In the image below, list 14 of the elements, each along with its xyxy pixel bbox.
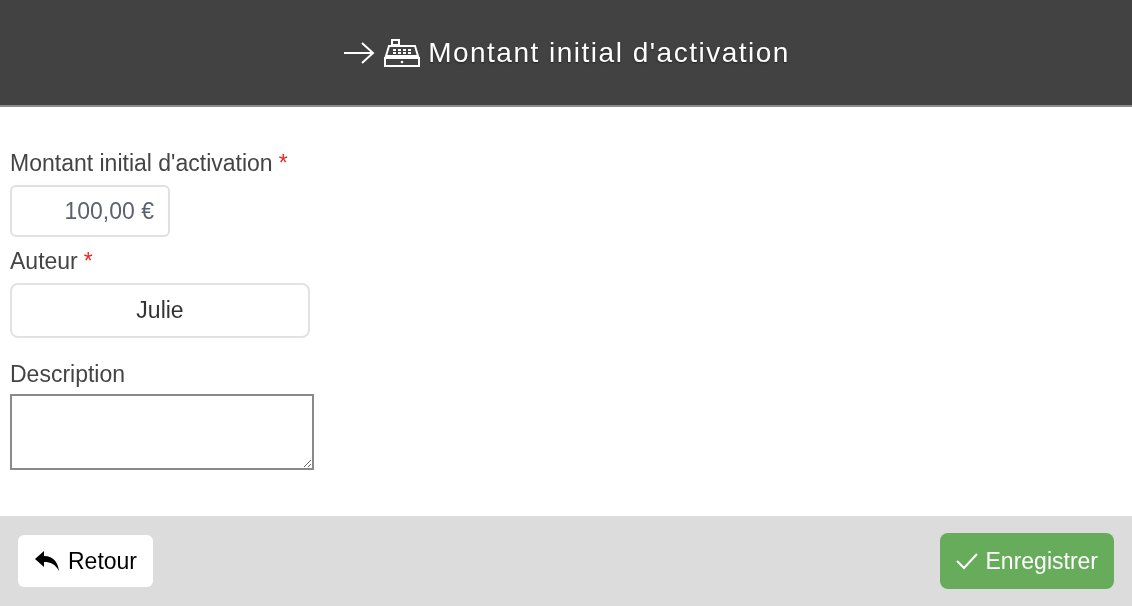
required-mark: * — [278, 149, 288, 177]
field-label: Auteur — [10, 247, 78, 275]
amount-field[interactable]: 100,00 € — [10, 185, 170, 237]
field-label: Montant initial d'activation — [10, 149, 273, 177]
cash-register-icon — [384, 38, 421, 67]
author-select[interactable]: Julie — [10, 283, 310, 338]
field-label: Description — [10, 360, 126, 388]
check-icon — [955, 552, 978, 570]
reply-arrow-icon — [34, 550, 60, 572]
back-button[interactable]: Retour — [18, 535, 154, 587]
required-mark: * — [83, 247, 93, 275]
description-field[interactable] — [10, 394, 314, 470]
arrow-icon — [342, 40, 377, 65]
window-title: Montant initial d'activation — [428, 35, 790, 70]
